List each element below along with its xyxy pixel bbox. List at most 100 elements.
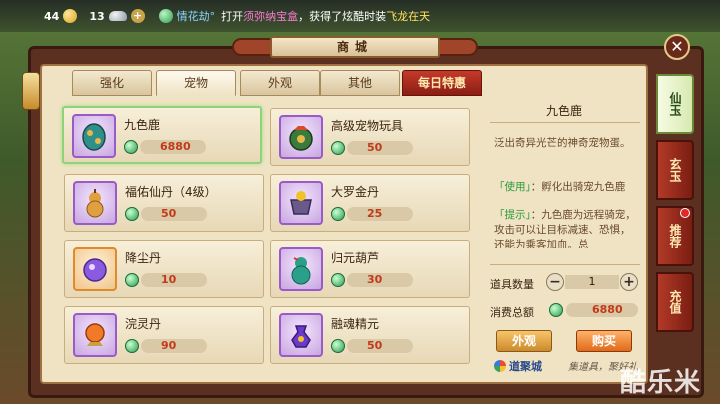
detail-usage: 「使用」：孵化出骑宠九色鹿 bbox=[494, 180, 639, 195]
jade-currency-icon bbox=[331, 141, 345, 155]
price-value: 10 bbox=[141, 273, 207, 287]
divider bbox=[490, 122, 640, 123]
item-name: 福佑仙丹（4级） bbox=[125, 185, 217, 199]
preview-appearance-button[interactable]: 外观 bbox=[496, 330, 552, 352]
side-tab-xuanyu[interactable]: 玄玉 bbox=[656, 140, 694, 200]
tab-other[interactable]: 其他 bbox=[320, 70, 400, 96]
jade-currency-icon bbox=[125, 273, 139, 287]
buy-button[interactable]: 购买 bbox=[576, 330, 632, 352]
item-name: 大罗金丹 bbox=[331, 185, 380, 199]
item-icon-box bbox=[73, 247, 117, 291]
quantity-label: 道具数量 bbox=[490, 278, 534, 291]
item-card[interactable]: 降尘丹 10 bbox=[64, 240, 264, 298]
jade-currency-icon bbox=[549, 303, 563, 317]
price-value: 50 bbox=[347, 141, 413, 155]
chat-text-2: ，获得了炫酷时装 bbox=[298, 10, 387, 23]
chat-sender[interactable]: 情花劫° bbox=[177, 8, 216, 24]
gold-count: 44 bbox=[44, 9, 60, 23]
item-price: 90 bbox=[125, 339, 207, 353]
soul-vase-icon bbox=[291, 325, 311, 348]
item-card[interactable]: 融魂精元 50 bbox=[270, 306, 470, 364]
item-price: 50 bbox=[331, 339, 413, 353]
item-card[interactable]: 九色鹿 6880 bbox=[62, 106, 262, 164]
divider bbox=[490, 264, 640, 265]
detail-tip: 「提示」：九色鹿为远程骑宠，攻击可以让目标减速、恐惧，还能为乘客加血。总 bbox=[494, 208, 639, 248]
item-price: 50 bbox=[125, 207, 207, 221]
price-value: 6880 bbox=[140, 140, 206, 154]
golden-cauldron-icon bbox=[290, 191, 312, 215]
item-price: 6880 bbox=[124, 140, 206, 154]
item-icon-box bbox=[279, 181, 323, 225]
item-card[interactable]: 高级宠物玩具 50 bbox=[270, 108, 470, 166]
item-price: 25 bbox=[331, 207, 413, 221]
chat-item-link[interactable]: 须弥纳宝盒 bbox=[243, 10, 298, 23]
chat-text-1: 打开 bbox=[221, 10, 244, 23]
silver-ingot-icon bbox=[108, 11, 127, 21]
item-card[interactable]: 浣灵丹 90 bbox=[64, 306, 264, 364]
price-value: 25 bbox=[347, 207, 413, 221]
item-icon-box bbox=[279, 115, 323, 159]
title-wing-right bbox=[438, 38, 478, 56]
jade-gourd-icon bbox=[291, 257, 311, 285]
item-name: 浣灵丹 bbox=[125, 317, 162, 331]
item-price: 30 bbox=[331, 273, 413, 287]
window-title: 商城 bbox=[270, 36, 440, 58]
total-label: 消费总额 bbox=[490, 306, 534, 319]
tip-tag: 「提示」 bbox=[494, 209, 531, 221]
price-value: 30 bbox=[347, 273, 413, 287]
quantity-input[interactable]: 1 bbox=[565, 275, 619, 289]
side-tab-xianyu[interactable]: 仙玉 bbox=[656, 74, 694, 134]
notification-dot bbox=[680, 208, 690, 218]
chat-message: 打开须弥纳宝盒，获得了炫酷时装飞龙在天 bbox=[221, 8, 430, 24]
tab-daily-deals[interactable]: 每日特惠 bbox=[402, 70, 482, 96]
jade-currency-icon bbox=[331, 273, 345, 287]
gold-coin-icon bbox=[63, 9, 78, 23]
add-currency-button[interactable]: + bbox=[130, 9, 145, 23]
tab-enhance[interactable]: 强化 bbox=[72, 70, 152, 96]
usage-text: ：孵化出骑宠九色鹿 bbox=[530, 181, 626, 193]
item-icon-box bbox=[73, 181, 117, 225]
daojucheng-logo[interactable]: 道聚城 bbox=[494, 358, 542, 374]
item-icon-box bbox=[72, 114, 116, 158]
pet-toy-icon bbox=[289, 126, 313, 151]
tab-appearance[interactable]: 外观 bbox=[240, 70, 320, 96]
lantern-decoration bbox=[22, 72, 40, 110]
item-price: 50 bbox=[331, 141, 413, 155]
detail-title: 九色鹿 bbox=[545, 104, 582, 118]
usage-tag: 「使用」 bbox=[494, 181, 531, 193]
item-card[interactable]: 大罗金丹 25 bbox=[270, 174, 470, 232]
price-value: 50 bbox=[347, 339, 413, 353]
purple-orb-icon bbox=[83, 258, 107, 282]
jade-currency-icon bbox=[125, 207, 139, 221]
item-name: 融魂精元 bbox=[331, 317, 380, 331]
pet-egg-icon bbox=[82, 123, 106, 151]
jade-icon bbox=[158, 9, 173, 23]
side-tab-recharge[interactable]: 充值 bbox=[656, 272, 694, 332]
price-value: 50 bbox=[141, 207, 207, 221]
item-card[interactable]: 归元葫芦 30 bbox=[270, 240, 470, 298]
tab-pets[interactable]: 宠物 bbox=[156, 70, 236, 96]
item-card[interactable]: 福佑仙丹（4级） 50 bbox=[64, 174, 264, 232]
item-icon-box bbox=[279, 313, 323, 357]
watermark: 酷乐米 bbox=[620, 368, 702, 398]
logo-icon bbox=[494, 360, 506, 372]
price-value: 90 bbox=[141, 339, 207, 353]
quantity-decrease-button[interactable]: − bbox=[546, 273, 564, 291]
chat-costume-link[interactable]: 飞龙在天 bbox=[386, 10, 430, 23]
item-name: 归元葫芦 bbox=[331, 251, 380, 265]
jade-currency-icon bbox=[124, 140, 138, 154]
jade-currency-icon bbox=[331, 207, 345, 221]
close-button[interactable]: ✕ bbox=[664, 34, 690, 60]
currency-bar: 44 13 + bbox=[44, 9, 173, 23]
item-name: 高级宠物玩具 bbox=[331, 119, 404, 133]
title-wing-left bbox=[232, 38, 272, 56]
quantity-increase-button[interactable]: + bbox=[620, 273, 638, 291]
item-price: 10 bbox=[125, 273, 207, 287]
total-value: 6880 bbox=[566, 303, 638, 317]
jade-currency-icon bbox=[125, 339, 139, 353]
fire-orb-icon bbox=[85, 323, 105, 346]
jade-currency-icon bbox=[331, 339, 345, 353]
logo-text: 道聚城 bbox=[509, 360, 542, 373]
item-name: 九色鹿 bbox=[124, 118, 161, 132]
gourd-pill-icon bbox=[86, 189, 104, 218]
